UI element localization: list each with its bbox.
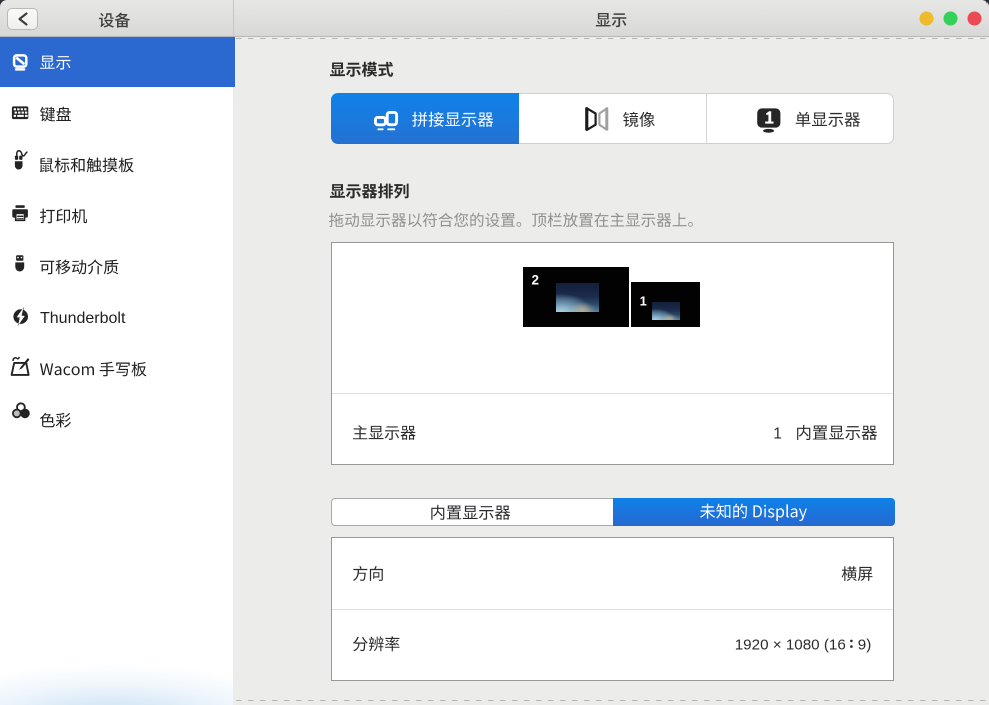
svg-text:1: 1 bbox=[773, 426, 782, 443]
svg-text:1: 1 bbox=[640, 293, 647, 308]
svg-text:Thunderbolt: Thunderbolt bbox=[40, 310, 126, 327]
svg-text:1920 × 1080 (16: 1920 × 1080 (16 bbox=[735, 636, 846, 653]
svg-text:2: 2 bbox=[532, 273, 540, 288]
svg-text:9): 9) bbox=[858, 636, 872, 653]
